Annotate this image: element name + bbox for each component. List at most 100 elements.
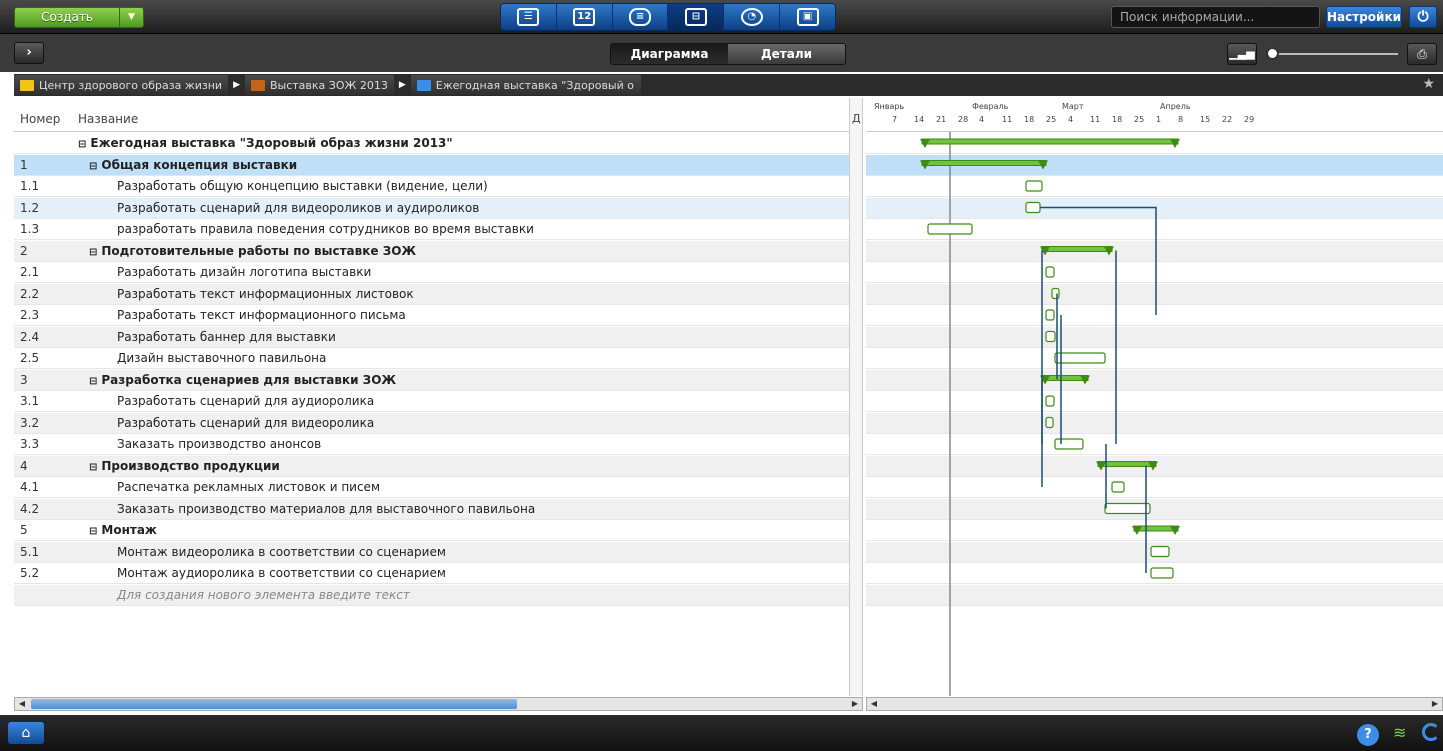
collapse-icon[interactable]: ⊟ [78,139,86,150]
create-dropdown-arrow-icon[interactable]: ▼ [119,8,143,27]
table-row-group[interactable]: 1 ⊟ Общая концепция выставки [14,154,863,176]
gantt-horizontal-scrollbar[interactable]: ◀ ▶ [866,697,1443,711]
table-row[interactable]: 2.2 Разработать текст информационных лист… [14,283,863,305]
new-item-row[interactable]: Для создания нового элемента введите тек… [14,584,863,606]
table-row-group[interactable]: 2 ⊟ Подготовительные работы по выставке ЗО… [14,240,863,262]
gantt-icon: ⊟ [684,8,707,26]
row-name: Разработать сценарий для аудиоролика [117,394,374,408]
tab-details[interactable]: Детали [728,44,845,64]
table-row[interactable]: 4.2 Заказать производство материалов для … [14,498,863,520]
search-input[interactable]: Поиск информации... [1111,6,1320,28]
collapse-icon[interactable]: ⊟ [89,526,97,537]
print-icon[interactable]: ⎙ [1407,43,1437,65]
mode-calendar-button[interactable]: 12 [557,4,613,30]
scroll-left-icon[interactable]: ◀ [16,698,28,710]
mode-gantt-button[interactable]: ⊟ [668,4,725,30]
table-row-group[interactable]: 3 ⊟ Разработка сценариев для выставки ЗОЖ [14,369,863,391]
table-row[interactable]: 2.5 Дизайн выставочного павильона [14,348,863,369]
table-row-group[interactable]: 4 ⊟ Производство продукции [14,455,863,477]
row-number: 2 [20,243,28,258]
table-row[interactable]: 5.2 Монтаж аудиоролика в соответствии со … [14,563,863,584]
breadcrumb-label: Ежегодная выставка "Здоровый о [435,78,634,92]
scroll-right-icon[interactable]: ▶ [1429,698,1441,710]
mode-dashboard-button[interactable]: ◔ [724,4,781,30]
gantt-task-bar[interactable] [1045,416,1054,429]
column-name-header[interactable]: Название [78,112,138,126]
mode-database-button[interactable]: ≡ [613,4,669,30]
column-number-header[interactable]: Номер [20,112,60,126]
breadcrumb-item-annual[interactable]: Ежегодная выставка "Здоровый о [410,75,641,95]
task-table: Номер Название ⊟ Ежегодная выставка "Здор… [14,98,863,696]
zoom-slider-knob[interactable] [1266,47,1279,60]
table-row-group[interactable]: ⊟ Ежегодная выставка "Здоровый образ жизн… [14,133,863,154]
table-row[interactable]: 4.1 Распечатка рекламных листовок и писем [14,477,863,498]
row-number: 1.3 [20,222,40,236]
breadcrumb-item-center[interactable]: Центр здорового образа жизни [14,75,229,95]
breadcrumb-label: Центр здорового образа жизни [39,78,223,92]
table-row[interactable]: 1.3 разработать правила поведения сотрудн… [14,219,863,240]
gantt-task-bar[interactable] [1150,545,1170,558]
table-row[interactable]: 3.1 Разработать сценарий для аудиоролика [14,391,863,412]
sync-icon [1422,723,1440,741]
row-title: Монтаж аудиоролика в соответствии со сце… [117,566,446,580]
row-name: ⊟ Монтаж [89,523,157,537]
row-name: разработать правила поведения сотруднико… [117,222,534,236]
zoom-level-icon[interactable]: ▁▃▅ [1227,43,1257,65]
table-horizontal-scrollbar[interactable]: ◀ ▶ [14,697,863,711]
favorite-star-icon[interactable]: ★ [1422,76,1435,92]
row-title: Разработать текст информационного письма [117,308,406,322]
home-icon[interactable]: ⌂ [8,722,44,744]
gantt-task-bar[interactable] [1111,481,1125,493]
power-icon[interactable]: ⏻ [1409,6,1437,28]
collapse-icon[interactable]: ⊟ [89,376,97,387]
create-button[interactable]: Создать ▼ [14,7,144,28]
table-row[interactable]: 1.1 Разработать общую концепцию выставки … [14,176,863,197]
connection-icon: ≋ [1393,723,1407,742]
gantt-summary-bar[interactable] [921,160,1047,166]
gantt-task-bar[interactable] [1104,502,1151,515]
gantt-task-bar[interactable] [1025,201,1041,214]
gantt-task-bar[interactable] [1045,330,1056,343]
mode-contacts-button[interactable]: ▣ [780,4,835,30]
column-splitter[interactable]: Д [849,98,863,696]
table-row[interactable]: 5.1 Монтаж видеоролика в соответствии со … [14,541,863,563]
tab-diagram[interactable]: Диаграмма [611,44,728,64]
breadcrumb-item-exhibition[interactable]: Выставка ЗОЖ 2013 [245,75,394,95]
row-title: Дизайн выставочного павильона [117,351,327,365]
row-name: Заказать производство материалов для выс… [117,502,535,516]
help-icon[interactable]: ? [1357,724,1379,746]
table-scroll-thumb[interactable] [31,699,517,709]
row-number: 1 [20,157,28,172]
gantt-task-bar[interactable] [1150,567,1174,579]
gantt-task-bar[interactable] [1054,438,1084,450]
settings-button[interactable]: Настройки [1326,6,1402,28]
gantt-chart: Январь Февраль Март Апрель 7 14 21 28 4 11 18 25 4 11… [866,98,1443,696]
new-item-hint[interactable]: Для создания нового элемента введите тек… [117,588,410,602]
gantt-task-bar[interactable] [1025,180,1043,192]
scroll-left-icon[interactable]: ◀ [868,698,880,710]
mode-checklist-button[interactable]: ☰ [501,4,557,30]
gantt-summary-bar[interactable] [1041,246,1113,252]
gantt-task-bar[interactable] [1045,309,1055,321]
gantt-task-bar[interactable] [927,223,973,235]
gantt-summary-bar[interactable] [921,138,1179,145]
collapse-icon[interactable]: ⊟ [89,247,97,258]
table-row[interactable]: 2.1 Разработать дизайн логотипа выставки [14,262,863,283]
table-row[interactable]: 1.2 Разработать сценарий для видеороликов… [14,197,863,219]
collapse-icon[interactable]: ⊟ [89,462,97,473]
table-row[interactable]: 2.3 Разработать текст информационного пис… [14,305,863,326]
gantt-task-bar[interactable] [1051,287,1060,300]
zoom-slider-track[interactable] [1268,53,1398,55]
row-name: Разработать текст информационных листово… [117,287,414,301]
gantt-task-bar[interactable] [1054,352,1106,364]
table-row-group[interactable]: 5 ⊟ Монтаж [14,520,863,541]
row-name: ⊟ Подготовительные работы по выставке ЗОЖ [89,244,416,258]
gantt-task-bar[interactable] [1045,266,1055,278]
expand-panel-button[interactable]: › [14,42,44,64]
table-row[interactable]: 3.3 Заказать производство анонсов [14,434,863,455]
scroll-right-icon[interactable]: ▶ [849,698,861,710]
collapse-icon[interactable]: ⊟ [89,161,97,172]
table-row[interactable]: 3.2 Разработать сценарий для видеоролика [14,412,863,434]
gantt-task-bar[interactable] [1045,395,1055,407]
table-row[interactable]: 2.4 Разработать баннер для выставки [14,326,863,348]
